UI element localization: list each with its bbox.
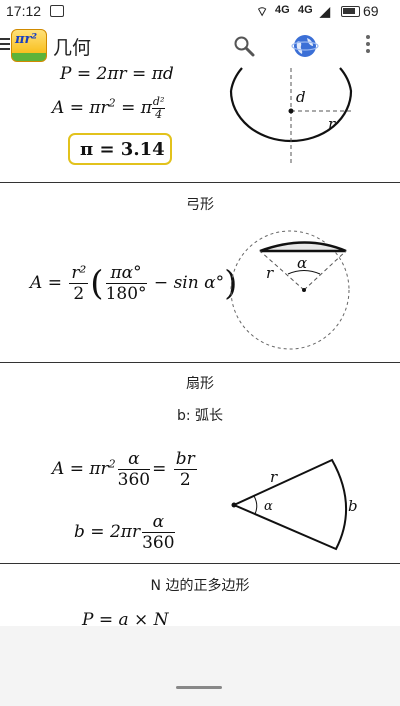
more-icon[interactable] — [365, 35, 371, 57]
segment-area-formula: A = r² 2(πα° 180° − sin α°) — [30, 263, 238, 304]
circle-area-formula: A = πr2 = π d² 4 — [52, 95, 166, 121]
sector-arc-formula: b = 2πr α 360 — [74, 512, 175, 553]
app-bar: πr² 几何 — [0, 24, 400, 66]
segment-heading: 弓形 — [186, 197, 214, 213]
image-notification-icon — [50, 5, 64, 17]
status-time: 17:12 — [6, 3, 42, 19]
wifi-icon: ⌔ — [256, 4, 269, 19]
sector-heading: 扇形 — [186, 376, 214, 392]
sector-subheading: b: 弧长 — [176, 408, 224, 424]
section-divider — [0, 563, 400, 564]
sector-arc-label: b — [348, 497, 358, 515]
sector-area-formula: A = πr2 α 360 = br 2 — [52, 449, 197, 490]
sector-radius-label: r — [270, 468, 278, 486]
globe-icon[interactable] — [291, 33, 319, 59]
radius-label: r — [328, 115, 336, 133]
battery-icon — [341, 6, 360, 17]
home-indicator[interactable] — [176, 686, 222, 689]
section-divider — [0, 362, 400, 363]
app-logo: πr² — [11, 29, 47, 62]
app-logo-text: πr² — [15, 32, 38, 47]
bottom-area — [0, 626, 400, 706]
sector-diagram: r α b — [231, 458, 358, 551]
segment-angle-label: α — [297, 254, 307, 272]
polygon-perimeter-formula: P = a × N — [82, 610, 169, 626]
app-title: 几何 — [53, 37, 92, 59]
section-divider — [0, 182, 400, 183]
search-icon[interactable] — [233, 35, 255, 57]
formula-list[interactable]: P = 2πr = πd A = πr2 = π d² 4 π = 3.14 d r… — [0, 66, 400, 626]
sector-angle-label: α — [264, 499, 273, 514]
segment-diagram: r α — [230, 230, 350, 350]
menu-icon[interactable] — [0, 38, 10, 52]
network-1-badge: 4G — [275, 4, 290, 16]
network-2-badge: 4G — [298, 4, 313, 16]
pi-value-box: π = 3.14 — [68, 133, 172, 165]
circle-perimeter-formula: P = 2πr = πd — [60, 66, 174, 84]
battery-level: 69 — [363, 3, 379, 19]
circle-diagram: d r — [229, 67, 353, 166]
status-bar: 17:12 ⌔ 4G 4G ◢ 69 — [0, 0, 400, 24]
polygon-heading: N 边的正多边形 — [150, 578, 250, 594]
segment-radius-label: r — [266, 264, 274, 282]
pi-value: π = 3.14 — [80, 139, 165, 160]
diameter-label: d — [296, 88, 306, 106]
signal-icon: ◢ — [320, 4, 330, 19]
